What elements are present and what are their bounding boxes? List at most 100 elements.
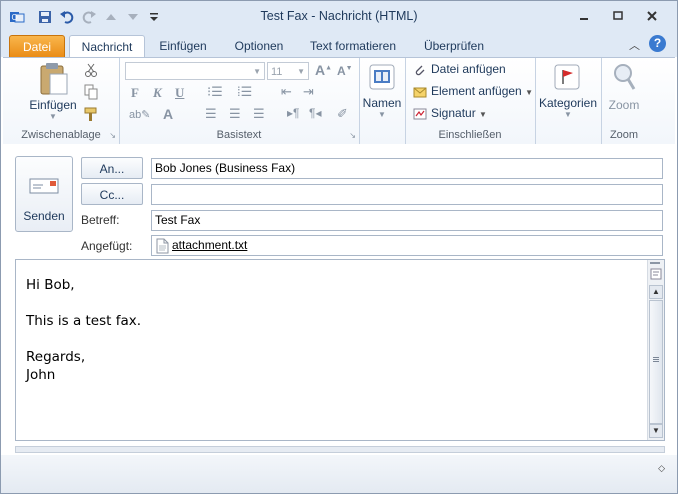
categories-button[interactable]: Kategorien ▼ [538,62,598,126]
chevron-down-icon: ▼ [378,110,386,119]
font-name-combo[interactable]: ▼ [125,62,265,80]
scroll-down-button[interactable]: ▼ [649,424,663,438]
paste-label: Einfügen [29,98,77,112]
envelope-icon [413,85,427,99]
ribbon-tabs: Datei Nachricht Einfügen Optionen Text f… [1,33,677,59]
ruler-toggle-icon[interactable] [650,268,662,283]
bold-icon[interactable]: F [131,85,139,101]
to-button[interactable]: An... [81,157,143,179]
people-pane-splitter[interactable] [15,446,665,453]
signature-label: Signatur [431,106,476,120]
tab-options[interactable]: Optionen [225,35,293,57]
tab-review[interactable]: Überprüfen [413,35,495,57]
send-label: Senden [23,209,65,223]
scroll-split-handle[interactable] [650,262,660,264]
scroll-thumb[interactable] [649,300,663,424]
dialog-launcher-icon[interactable]: ↘ [349,131,356,140]
to-field[interactable]: Bob Jones (Business Fax) [151,158,663,179]
format-painter-icon[interactable] [83,106,99,125]
body-line: John [26,367,56,383]
people-pane-toggle-icon[interactable]: ◇ [658,463,665,474]
clear-format-icon[interactable]: ✐ [337,106,348,122]
grow-font-icon[interactable]: A▲ [315,62,332,78]
include-group-label: Einschließen [438,129,502,141]
body-line: This is a test fax. [26,313,142,329]
signature-icon [413,107,427,121]
cc-button[interactable]: Cc... [81,183,143,205]
title-bar: O Test Fax - Nachricht (HTML) [1,1,677,33]
subject-field[interactable]: Test Fax [151,210,663,231]
attach-file-label: Datei anfügen [431,62,506,76]
send-button[interactable]: Senden [15,156,73,232]
body-line: Hi Bob, [26,277,75,293]
italic-icon[interactable]: K [153,85,162,101]
basic-text-group-label: Basistext [216,129,262,141]
subject-label: Betreff: [81,213,120,227]
message-header-form: Senden An... Bob Jones (Business Fax) Cc… [3,144,675,257]
font-size-value: 11 [271,66,283,78]
chevron-down-icon: ▼ [297,67,305,76]
chevron-down-icon: ▼ [564,110,572,119]
tab-format-text[interactable]: Text formatieren [303,35,403,57]
names-button[interactable]: Namen ▼ [362,62,402,126]
text-file-icon [156,238,169,260]
cc-field[interactable] [151,184,663,205]
attachment-link[interactable]: attachment.txt [172,236,247,255]
grip-icon [653,357,659,358]
vertical-scrollbar[interactable]: ▲ ▼ [647,260,664,440]
clipboard-group-label: Zwischenablage [21,129,101,141]
chevron-down-icon: ▼ [49,112,57,121]
group-tags: Kategorien ▼ [535,58,602,144]
highlight-icon[interactable]: ab✎ [129,108,150,121]
dialog-launcher-icon[interactable]: ↘ [109,131,116,140]
magnifier-icon [614,64,636,90]
scroll-up-button[interactable]: ▲ [649,285,663,299]
minimize-button[interactable] [571,7,597,25]
font-size-combo[interactable]: 11 ▼ [267,62,309,80]
zoom-group-label: Zoom [609,129,639,141]
flag-icon [554,64,580,90]
numbering-icon[interactable]: ⁞☰ [237,84,252,100]
chevron-down-icon: ▼ [253,67,261,76]
copy-icon[interactable] [83,84,99,103]
group-names: Namen ▼ [359,58,406,144]
zoom-button[interactable]: Zoom [604,62,644,118]
tab-insert[interactable]: Einfügen [151,35,215,57]
cut-icon[interactable] [83,62,99,81]
rtl-icon[interactable]: ¶◂ [309,106,321,120]
font-color-icon[interactable]: A [163,106,173,122]
align-left-icon[interactable]: ☰ [205,106,217,122]
attach-item-button[interactable]: Element anfügen ▼ [413,84,533,99]
names-label: Namen [362,96,402,110]
message-body-editor[interactable]: Hi Bob, This is a test fax. Regards, Joh… [15,259,665,441]
increase-indent-icon[interactable]: ⇥ [303,84,314,100]
align-center-icon[interactable]: ☰ [229,106,241,122]
attachment-field[interactable]: attachment.txt [151,235,663,256]
status-bar: ◇ [1,455,677,493]
shrink-font-icon[interactable]: A▼ [337,64,353,78]
maximize-button[interactable] [605,7,631,25]
decrease-indent-icon[interactable]: ⇤ [281,84,292,100]
address-book-icon [369,64,395,90]
underline-icon[interactable]: U [175,85,184,101]
group-clipboard: Einfügen ▼ Zwischenablage ↘ [3,58,120,144]
body-line: Regards, [26,349,86,365]
ltr-icon[interactable]: ▸¶ [287,106,299,120]
paperclip-icon [413,63,427,77]
bullets-icon[interactable]: ⁝☰ [207,84,223,100]
paste-button[interactable]: Einfügen ▼ [25,60,81,124]
clipboard-icon [40,63,68,95]
tab-file[interactable]: Datei [9,35,65,59]
group-basic-text: ▼ 11 ▼ A▲ A▼ F K U ⁝☰ ⁞☰ ⇤ ⇥ ab✎ A ☰ ☰ ☰… [119,58,360,144]
align-right-icon[interactable]: ☰ [253,106,265,122]
chevron-down-icon: ▼ [479,110,487,119]
close-button[interactable] [639,7,665,25]
ribbon: Einfügen ▼ Zwischenablage ↘ ▼ 11 ▼ A▲ A▼… [3,57,675,145]
help-icon[interactable]: ? [649,35,666,52]
minimize-ribbon-icon[interactable]: ︿ [629,37,640,53]
tab-message[interactable]: Nachricht [69,35,145,59]
attach-item-label: Element anfügen [431,84,522,98]
chevron-down-icon: ▼ [525,88,533,97]
attach-file-button[interactable]: Datei anfügen [413,62,506,77]
signature-button[interactable]: Signatur ▼ [413,106,487,121]
